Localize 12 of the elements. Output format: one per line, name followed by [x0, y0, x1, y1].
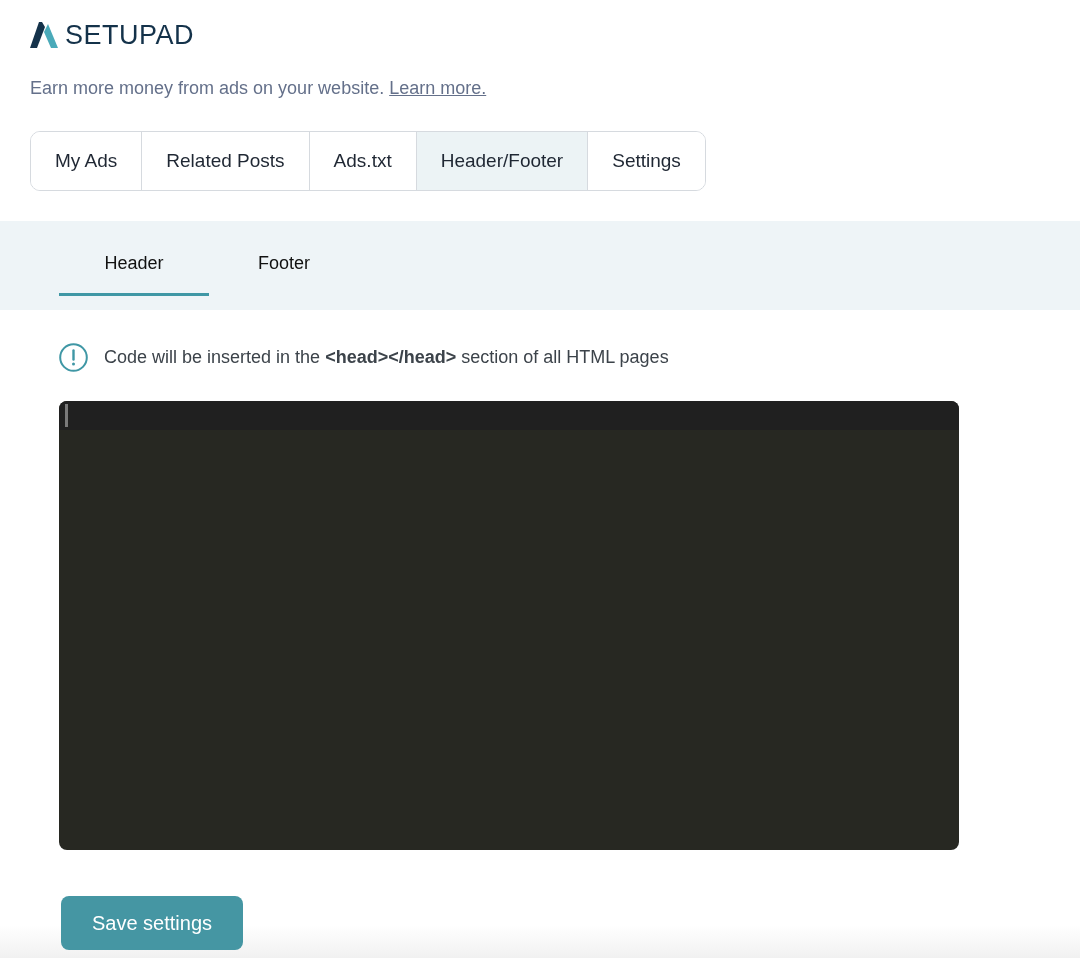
nav-tab[interactable]: Settings — [587, 132, 705, 190]
learn-more-link[interactable]: Learn more. — [389, 78, 487, 98]
subtab[interactable]: Footer — [209, 234, 359, 296]
logo-mark-icon — [30, 22, 58, 48]
nav-tab[interactable]: Header/Footer — [415, 132, 588, 190]
subtab[interactable]: Header — [59, 234, 209, 296]
brand-name: SETUPAD — [65, 20, 195, 50]
info-icon — [59, 342, 88, 372]
tagline-text: Earn more money from ads on your website. Learn more. — [30, 77, 487, 99]
text-cursor — [65, 404, 68, 427]
code-editor-field[interactable] — [59, 401, 959, 850]
notice-text: Code will be inserted in the <head></head> section of all HTML pages — [104, 346, 669, 368]
